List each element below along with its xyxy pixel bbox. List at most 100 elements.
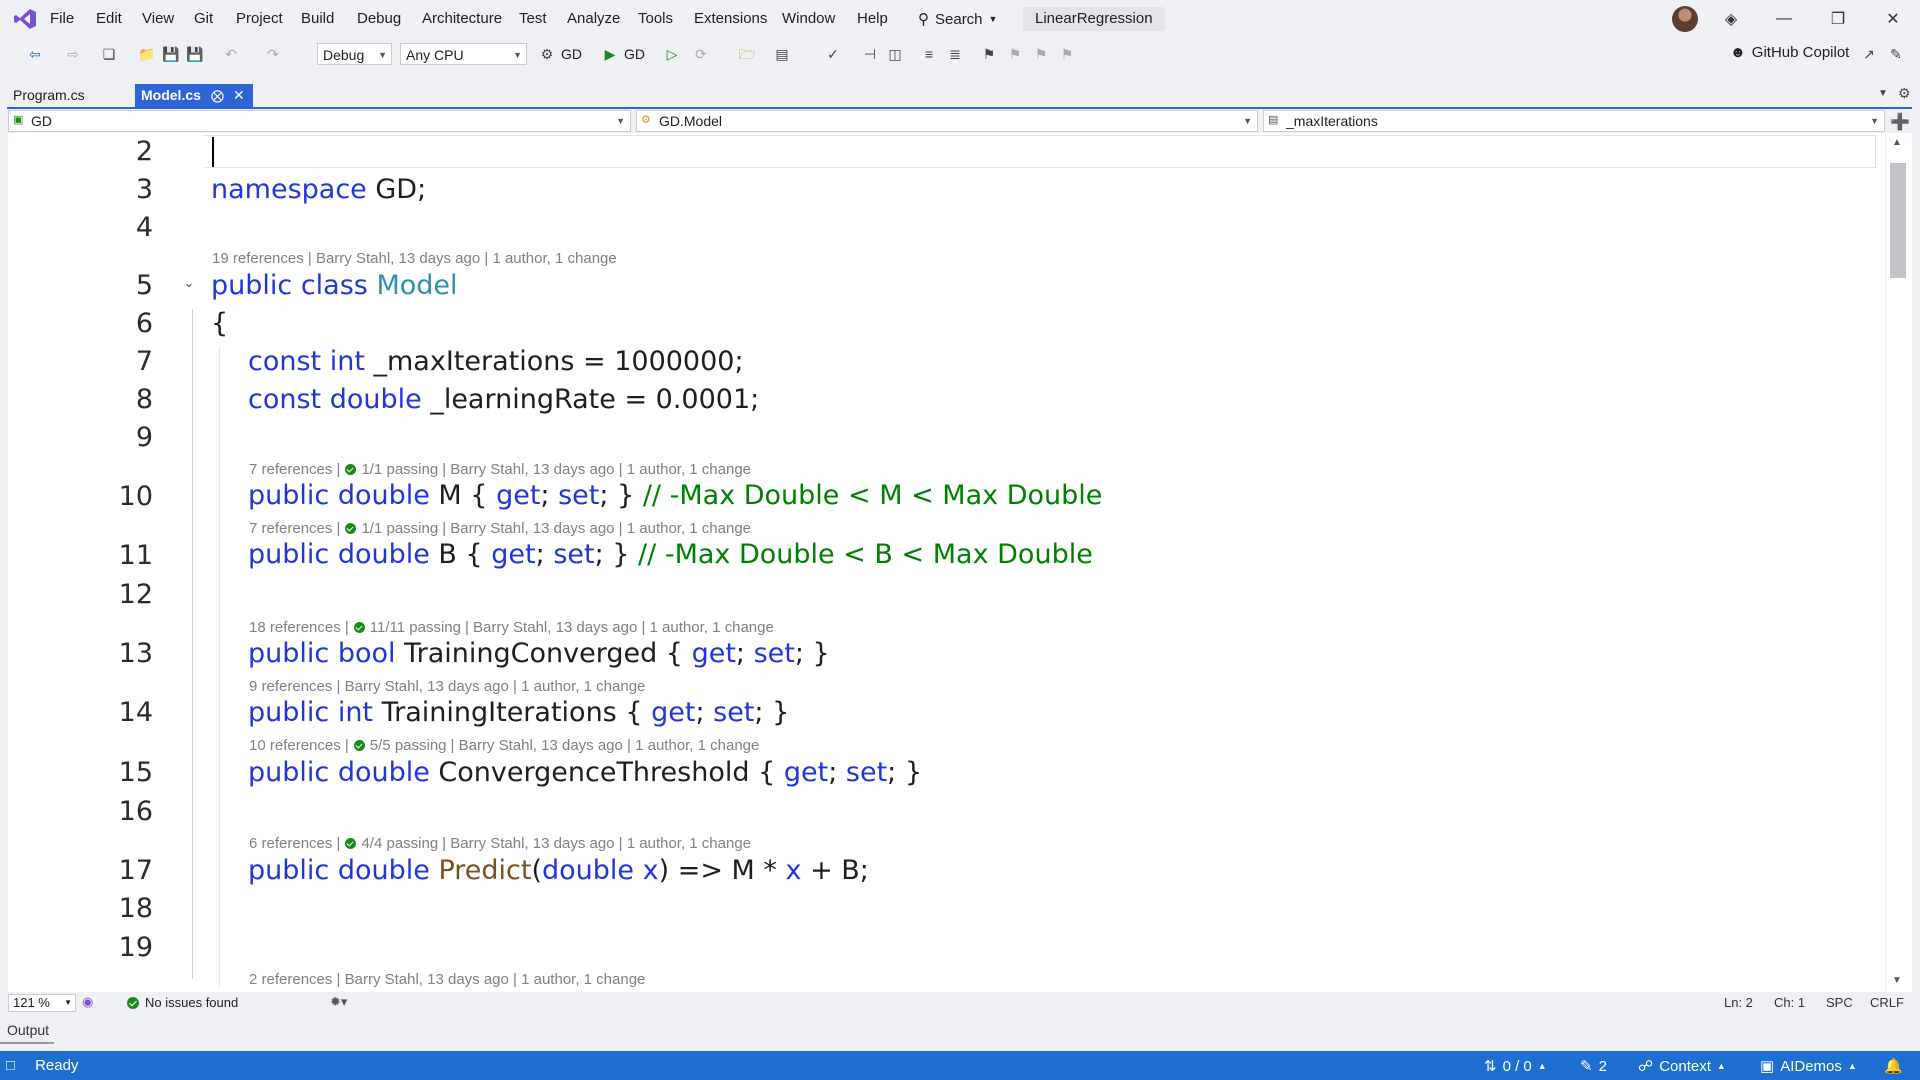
menu-debug[interactable]: Debug	[357, 10, 401, 27]
clear-bookmarks-icon[interactable]: ⚑	[1058, 46, 1076, 62]
repository-selector[interactable]: ▣ AIDemos ▲	[1760, 1057, 1857, 1076]
codelens-tests[interactable]: 4/4 passing	[361, 835, 438, 852]
scroll-down-icon[interactable]: ▼	[1892, 975, 1902, 986]
context-selector[interactable]: ☍ Context ▲	[1638, 1057, 1726, 1076]
codelens-tests[interactable]: 1/1 passing	[361, 461, 438, 478]
line-indicator[interactable]: Ln: 2	[1724, 995, 1753, 1010]
start-debugging-icon[interactable]: ▶	[601, 46, 619, 62]
codelens-author[interactable]: | Barry Stahl, 13 days ago | 1 author, 1…	[442, 520, 751, 537]
close-window-icon[interactable]: ✕	[1882, 9, 1904, 29]
zoom-select[interactable]: 121 % ▼	[8, 994, 76, 1012]
column-indicator[interactable]: Ch: 1	[1774, 995, 1805, 1010]
settings-gear-icon[interactable]: ⚙	[1898, 85, 1911, 102]
premium-icon[interactable]: ◈	[1720, 9, 1742, 29]
codelens-class-model[interactable]: 19 references | Barry Stahl, 13 days ago…	[212, 250, 617, 267]
hot-reload-icon[interactable]: ⟳	[692, 46, 710, 62]
tab-overflow-icon[interactable]: ▼	[1878, 88, 1888, 99]
project-nav-dropdown[interactable]: ▣ GD ▼	[8, 110, 631, 132]
code-cleanup-icon[interactable]: ✹▾	[330, 994, 347, 1010]
avatar[interactable]	[1672, 6, 1698, 32]
save-all-icon[interactable]: 💾	[186, 46, 204, 62]
menu-analyze[interactable]: Analyze	[567, 10, 620, 27]
collapse-chevron-icon[interactable]: ⌄	[184, 276, 194, 290]
intellicode-icon[interactable]: ◉	[82, 994, 93, 1010]
vertical-scrollbar[interactable]: ▲ ▼	[1886, 133, 1912, 992]
start-without-debugging-icon[interactable]: ▷	[663, 46, 681, 62]
new-project-icon[interactable]: ❏	[100, 46, 118, 62]
codelens-prop-b[interactable]: 7 references | 1/1 passing | Barry Stahl, …	[249, 520, 751, 537]
issues-indicator[interactable]: No issues found	[127, 995, 238, 1010]
codelens-training-iterations[interactable]: 9 references | Barry Stahl, 13 days ago …	[249, 678, 645, 695]
codelens-convergence-threshold[interactable]: 10 references | 5/5 passing | Barry Stahl,…	[249, 737, 759, 754]
scroll-up-icon[interactable]: ▲	[1892, 137, 1902, 148]
codelens-text[interactable]: 19 references | Barry Stahl, 13 days ago…	[212, 250, 617, 267]
notifications-bell-icon[interactable]: 🔔	[1884, 1057, 1903, 1075]
visual-studio-logo-icon[interactable]	[13, 8, 37, 30]
compare-icon[interactable]: ◫	[886, 46, 904, 62]
comment-icon[interactable]: ≣	[946, 46, 964, 62]
minimize-icon[interactable]: —	[1773, 9, 1795, 29]
codelens-refs[interactable]: 18 references |	[249, 619, 349, 636]
close-icon[interactable]: ✕	[233, 84, 245, 107]
navigate-back-icon[interactable]: ⇦	[26, 46, 44, 62]
menu-project[interactable]: Project	[236, 10, 283, 27]
step-icon[interactable]: ⊣	[861, 46, 879, 62]
codelens-tests[interactable]: 11/11 passing	[370, 619, 461, 636]
codelens-prop-m[interactable]: 7 references | 1/1 passing | Barry Stahl, …	[249, 461, 751, 478]
code-editor[interactable]: 2 3 4 5 6 7 8 9 10 11 12 13 14 15 16 17 …	[8, 133, 1885, 992]
codelens-next-member[interactable]: 2 references | Barry Stahl, 13 days ago …	[249, 971, 645, 988]
codelens-training-converged[interactable]: 18 references | 11/11 passing | Barry Stah…	[249, 619, 774, 636]
menu-help[interactable]: Help	[857, 10, 888, 27]
save-icon[interactable]: 💾	[162, 46, 180, 62]
next-bookmark-icon[interactable]: ⚑	[1032, 46, 1050, 62]
menu-window[interactable]: Window	[782, 10, 835, 27]
redo-icon[interactable]: ↷	[264, 46, 282, 62]
configuration-select[interactable]: Debug ▼	[317, 43, 392, 65]
codelens-text[interactable]: 9 references | Barry Stahl, 13 days ago …	[249, 678, 645, 695]
menu-architecture[interactable]: Architecture	[422, 10, 502, 27]
codelens-tests[interactable]: 5/5 passing	[370, 737, 447, 754]
run-target[interactable]: GD	[624, 46, 645, 62]
git-changes-indicator[interactable]: ⇅ 0 / 0 ▲	[1484, 1057, 1547, 1076]
codelens-refs[interactable]: 6 references |	[249, 835, 340, 852]
scrollbar-thumb[interactable]	[1890, 163, 1906, 278]
codelens-refs[interactable]: 10 references |	[249, 737, 349, 754]
codelens-author[interactable]: | Barry Stahl, 13 days ago | 1 author, 1…	[451, 737, 760, 754]
codelens-author[interactable]: | Barry Stahl, 13 days ago | 1 author, 1…	[465, 619, 774, 636]
undo-icon[interactable]: ↶	[222, 46, 240, 62]
menu-extensions[interactable]: Extensions	[694, 10, 767, 27]
tab-program-cs[interactable]: Program.cs	[7, 84, 135, 107]
bookmark-icon[interactable]: ⚑	[980, 46, 998, 62]
startup-project-gear-icon[interactable]: ⚙	[538, 46, 556, 62]
window-layout-icon[interactable]: ▤	[773, 46, 791, 62]
codelens-author[interactable]: | Barry Stahl, 13 days ago | 1 author, 1…	[442, 835, 751, 852]
menu-view[interactable]: View	[142, 10, 174, 27]
line-ending-indicator[interactable]: CRLF	[1870, 995, 1904, 1010]
share-icon[interactable]: ↗	[1860, 46, 1878, 62]
codelens-tests[interactable]: 1/1 passing	[361, 520, 438, 537]
codelens-text[interactable]: 2 references | Barry Stahl, 13 days ago …	[249, 971, 645, 988]
pending-edits-indicator[interactable]: ✎ 2	[1580, 1057, 1607, 1076]
split-editor-icon[interactable]: ➕	[1890, 112, 1910, 132]
pin-icon[interactable]: ⨂	[211, 84, 224, 107]
search-box[interactable]: ⚲ Search ▼	[918, 6, 1018, 32]
menu-tools[interactable]: Tools	[638, 10, 673, 27]
codelens-refs[interactable]: 7 references |	[249, 520, 340, 537]
menu-file[interactable]: File	[50, 10, 74, 27]
menu-git[interactable]: Git	[194, 10, 213, 27]
codelens-refs[interactable]: 7 references |	[249, 461, 340, 478]
github-copilot-button[interactable]: ☻ GitHub Copilot	[1730, 44, 1849, 61]
member-nav-dropdown[interactable]: ▤ _maxIterations ▼	[1263, 110, 1885, 132]
startup-project[interactable]: GD	[561, 46, 582, 62]
codelens-author[interactable]: | Barry Stahl, 13 days ago | 1 author, 1…	[442, 461, 751, 478]
platform-select[interactable]: Any CPU ▼	[400, 43, 527, 65]
indent-icon[interactable]: ≡	[920, 46, 938, 62]
open-folder-icon[interactable]: 📁	[138, 46, 156, 62]
output-tab[interactable]: Output	[7, 1022, 49, 1038]
prev-bookmark-icon[interactable]: ⚑	[1006, 46, 1024, 62]
menu-edit[interactable]: Edit	[96, 10, 122, 27]
menu-build[interactable]: Build	[301, 10, 334, 27]
menu-test[interactable]: Test	[519, 10, 547, 27]
tab-model-cs[interactable]: Model.cs ⨂ ✕	[135, 84, 253, 107]
spell-check-icon[interactable]: ✓	[824, 46, 842, 62]
